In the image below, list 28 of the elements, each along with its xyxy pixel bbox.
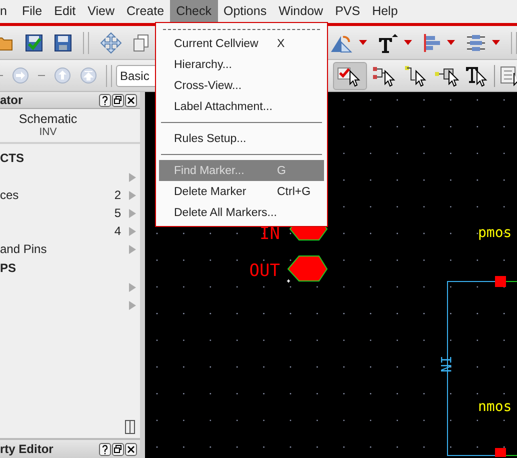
menu-item[interactable]: Options bbox=[218, 0, 273, 23]
cell-name: INV bbox=[39, 126, 57, 138]
navigator-row[interactable]: ces 2 bbox=[0, 186, 140, 204]
menu-entry[interactable]: Label Attachment... bbox=[159, 96, 324, 117]
section-heading: PS bbox=[0, 260, 18, 277]
menu-item[interactable]: Help bbox=[366, 0, 404, 23]
view-name: Schematic bbox=[18, 112, 78, 126]
menu-item[interactable]: Create bbox=[120, 0, 170, 23]
menu-entry[interactable]: Delete All Markers... bbox=[159, 202, 324, 223]
pin-label: OUT bbox=[249, 261, 280, 281]
menu-item[interactable]: Check bbox=[170, 0, 218, 23]
panel-title: rty Editor bbox=[0, 442, 54, 456]
menu-item[interactable]: Window bbox=[272, 0, 330, 23]
menu-item[interactable]: PVS bbox=[329, 0, 366, 23]
navigator-row[interactable]: and Pins bbox=[0, 240, 140, 258]
menu-item[interactable]: File bbox=[16, 0, 48, 23]
menu-entry[interactable]: Current Cellview X bbox=[159, 33, 324, 54]
menu-entry[interactable]: Delete Marker Ctrl+G bbox=[159, 181, 324, 202]
menu-item[interactable]: n bbox=[0, 0, 16, 23]
menu-item[interactable]: Edit bbox=[48, 0, 82, 23]
navigator-row[interactable]: 4 bbox=[0, 222, 140, 240]
panel-title: ator bbox=[0, 93, 23, 107]
device-label: nmos bbox=[478, 399, 512, 415]
menu-item[interactable]: View bbox=[82, 0, 121, 23]
navigator-row[interactable]: 5 bbox=[0, 204, 140, 222]
device-label: pmos bbox=[478, 225, 512, 241]
menu-entry[interactable]: Rules Setup... bbox=[159, 128, 324, 149]
section-heading: CTS bbox=[0, 150, 25, 167]
